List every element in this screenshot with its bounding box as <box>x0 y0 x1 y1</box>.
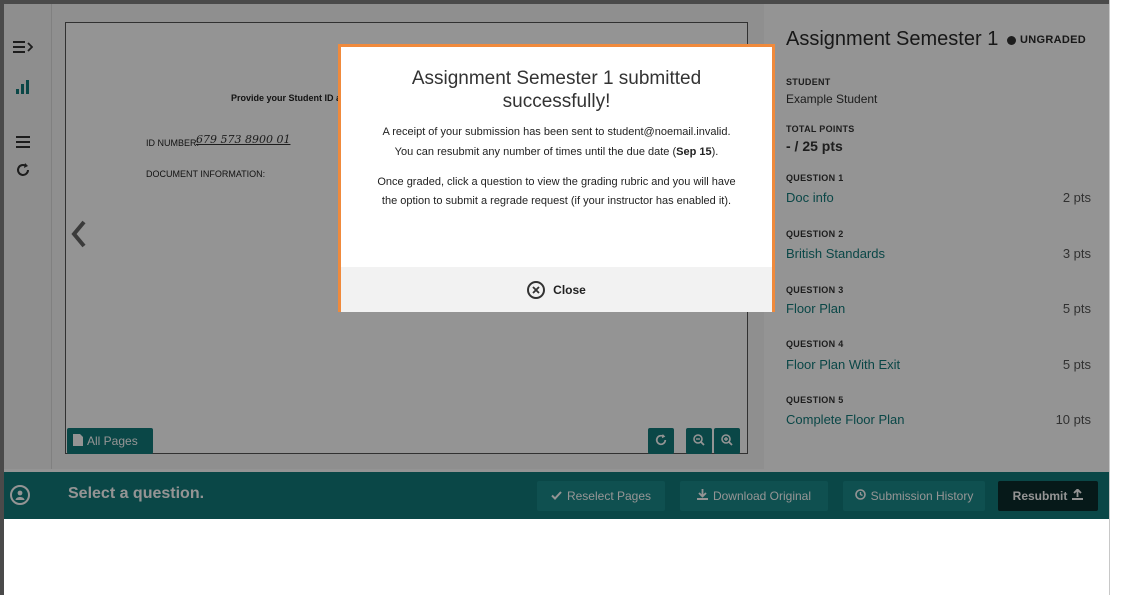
close-label: Close <box>553 282 586 297</box>
submission-success-modal: Assignment Semester 1 submitted successf… <box>338 44 775 312</box>
close-button[interactable]: Close <box>341 267 772 312</box>
resubmit-text-pre: You can resubmit any number of times unt… <box>394 146 677 158</box>
receipt-text: A receipt of your submission has been se… <box>382 126 731 138</box>
due-date: Sep 15 <box>676 146 712 158</box>
modal-title: Assignment Semester 1 submitted successf… <box>411 68 702 112</box>
close-icon <box>527 280 546 299</box>
resubmit-info-text: You can resubmit any number of times unt… <box>341 143 772 162</box>
window-edge <box>1109 0 1121 595</box>
blank-area <box>4 519 1109 595</box>
app-window: Provide your Student ID a ID NUMBER: 679… <box>0 0 1121 595</box>
resubmit-text-post: ). <box>711 146 719 158</box>
graded-info-text: Once graded, click a question to view th… <box>377 176 736 207</box>
